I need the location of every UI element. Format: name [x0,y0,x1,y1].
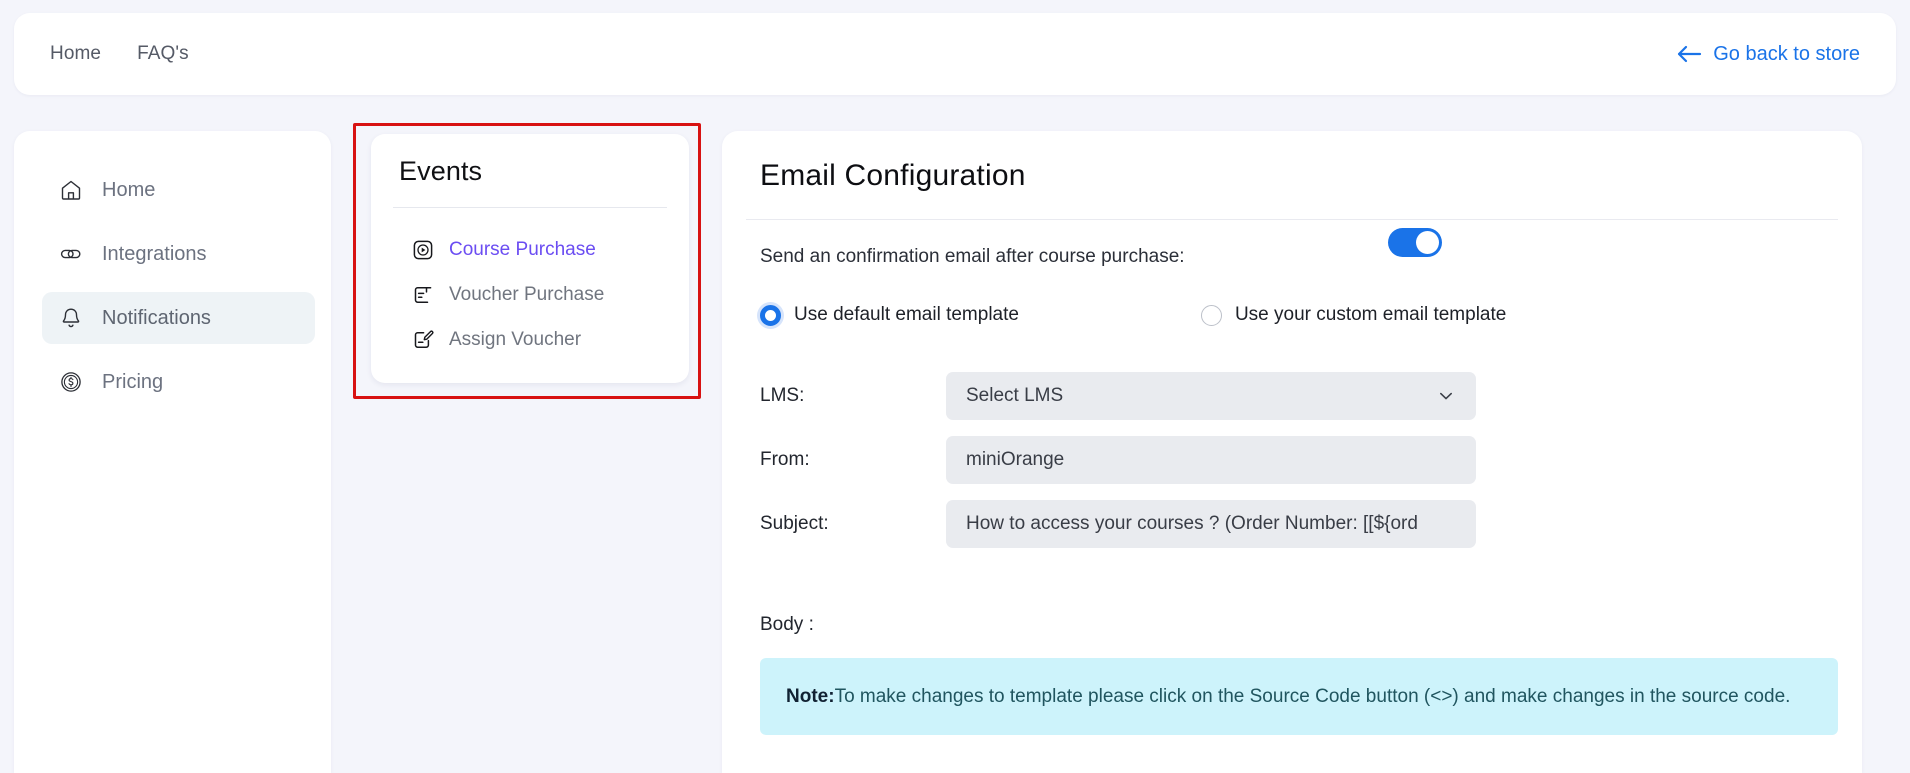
sidebar-item-pricing-label: Pricing [102,370,164,393]
body-label: Body : [760,614,814,635]
events-list: Course Purchase Voucher Purchase Assign … [371,208,689,362]
go-back-to-store-label: Go back to store [1713,42,1860,65]
main-panel: Email Configuration Send an confirmation… [722,131,1862,773]
lms-select-value: Select LMS [966,385,1064,406]
sidebar-item-notifications[interactable]: Notifications [42,292,315,344]
radio-use-default-template[interactable]: Use default email template [760,304,1019,326]
field-row-lms: LMS: Select LMS [760,372,1862,420]
sidebar-item-notifications-label: Notifications [102,306,211,329]
top-bar: Home FAQ's Go back to store [14,13,1896,95]
event-item-voucher-purchase-label: Voucher Purchase [449,283,605,305]
arrow-left-icon [1676,45,1702,63]
sidebar-item-pricing[interactable]: Pricing [42,356,315,408]
event-item-assign-voucher-label: Assign Voucher [449,328,582,350]
field-row-subject: Subject: How to access your courses ? (O… [760,500,1862,548]
radio-use-default-template-label: Use default email template [794,304,1019,325]
bell-icon [58,305,84,331]
events-panel: Events Course Purchase Voucher Purchase … [371,134,689,383]
radio-use-custom-template[interactable]: Use your custom email template [1200,304,1507,326]
page-title: Email Configuration [760,159,1026,192]
top-nav-item-faqs[interactable]: FAQ's [137,43,189,65]
template-choice-group: Use default email template Use your cust… [722,268,1862,326]
event-item-course-purchase[interactable]: Course Purchase [371,227,689,272]
sidebar-item-integrations[interactable]: Integrations [42,228,315,280]
link-icon [58,241,84,267]
source-code-note-prefix: Note: [786,686,835,707]
from-input[interactable]: miniOrange [946,436,1476,484]
sidebar-item-home[interactable]: Home [42,164,315,216]
top-nav: Home FAQ's [50,43,189,65]
dollar-coin-icon [58,369,84,395]
subject-input-value: How to access your courses ? (Order Numb… [966,513,1418,534]
sidebar-item-home-label: Home [102,178,156,201]
play-square-icon [411,238,434,261]
radio-default-indicator [760,304,781,326]
radio-use-custom-template-label: Use your custom email template [1234,304,1507,325]
event-item-course-purchase-label: Course Purchase [449,238,596,260]
lms-label: LMS: [760,385,805,406]
sidebar-item-integrations-label: Integrations [102,242,207,265]
from-input-value: miniOrange [966,449,1065,470]
subject-label: Subject: [760,513,829,534]
source-code-note: Note:To make changes to template please … [760,658,1838,736]
radio-custom-indicator [1200,304,1222,326]
sidebar: Home Integrations Notifications Pricing [14,131,331,773]
event-item-voucher-purchase[interactable]: Voucher Purchase [371,272,689,317]
lms-select[interactable]: Select LMS [946,372,1476,420]
go-back-to-store-link[interactable]: Go back to store [1676,43,1860,66]
home-icon [58,177,84,203]
from-label: From: [760,449,810,470]
confirmation-email-toggle[interactable] [1388,228,1442,257]
field-row-from: From: miniOrange [760,436,1862,484]
subject-input[interactable]: How to access your courses ? (Order Numb… [946,500,1476,548]
source-code-note-text: To make changes to template please click… [834,686,1791,707]
confirmation-email-label: Send an confirmation email after course … [760,246,1185,267]
event-item-assign-voucher[interactable]: Assign Voucher [371,317,689,362]
email-form: LMS: Select LMS From: miniOrange Subject… [722,326,1862,548]
toggle-knob [1416,231,1439,254]
chevron-down-icon [1436,386,1456,406]
confirmation-email-row: Send an confirmation email after course … [722,220,1862,268]
voucher-icon [411,283,434,306]
voucher-edit-icon [411,328,434,351]
events-panel-title: Events [399,156,483,186]
top-nav-item-home[interactable]: Home [50,43,101,65]
